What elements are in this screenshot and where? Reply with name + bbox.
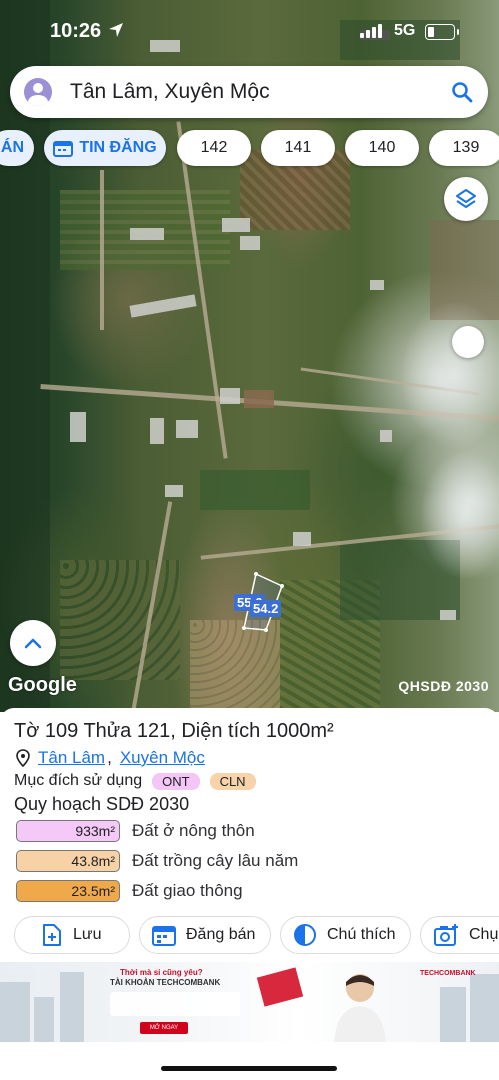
ad-subline: TÀI KHOẢN TECHCOMBANK bbox=[110, 978, 221, 987]
land-use-row: 23.5m² Đất giao thông bbox=[16, 880, 243, 902]
purpose-label: Mục đích sử dụng bbox=[14, 772, 143, 789]
land-use-row: 43.8m² Đất trồng cây lâu năm bbox=[16, 850, 298, 872]
save-label: Lưu bbox=[73, 926, 102, 943]
calendar-icon bbox=[152, 924, 176, 946]
land-use-area: 933m² bbox=[16, 820, 120, 842]
capture-button[interactable]: Chụ bbox=[420, 916, 499, 954]
land-use-label: Đất giao thông bbox=[132, 881, 243, 900]
chip-tin-dang[interactable]: TIN ĐĂNG bbox=[44, 130, 166, 166]
status-time: 10:26 bbox=[50, 20, 102, 42]
chip-label: 142 bbox=[200, 139, 228, 156]
layer-label: QHSDĐ 2030 bbox=[398, 678, 489, 694]
chip-sheet-139[interactable]: 139 bbox=[429, 130, 499, 166]
opacity-slider-handle[interactable] bbox=[452, 326, 484, 358]
layers-button[interactable] bbox=[444, 177, 488, 221]
signal-icon bbox=[360, 24, 382, 38]
save-button[interactable]: Lưu bbox=[14, 916, 130, 954]
ad-cta-button[interactable]: MỞ NGAY bbox=[140, 1022, 188, 1034]
post-sale-button[interactable]: Đăng bán bbox=[139, 916, 271, 954]
parcel-info-sheet: Tờ 109 Thửa 121, Diện tích 1000m² Tân Lâ… bbox=[0, 708, 499, 968]
purpose-tag-cln[interactable]: CLN bbox=[209, 772, 256, 790]
home-indicator[interactable] bbox=[161, 1066, 337, 1071]
camera-icon bbox=[433, 923, 459, 947]
land-use-label: Đất trồng cây lâu năm bbox=[132, 851, 299, 870]
layers-icon bbox=[454, 187, 478, 211]
legend-label: Chú thích bbox=[327, 926, 396, 943]
chip-label: 139 bbox=[452, 139, 480, 156]
post-sale-label: Đăng bán bbox=[186, 926, 256, 943]
search-query[interactable]: Tân Lâm, Xuyên Mộc bbox=[70, 80, 270, 104]
legend-button[interactable]: Chú thích bbox=[280, 916, 411, 954]
contrast-icon bbox=[293, 923, 317, 947]
expand-button[interactable] bbox=[10, 620, 56, 666]
district-link[interactable]: Xuyên Mộc bbox=[120, 748, 205, 768]
chip-label: TIN ĐĂNG bbox=[79, 139, 157, 156]
chip-label: 141 bbox=[284, 139, 312, 156]
location-arrow-icon bbox=[108, 22, 124, 43]
filter-chips: ÁN TIN ĐĂNG 142 141 140 139 bbox=[0, 130, 499, 166]
land-use-area: 23.5m² bbox=[16, 880, 120, 902]
land-use-label: Đất ở nông thôn bbox=[132, 821, 255, 840]
land-use-area: 43.8m² bbox=[16, 850, 120, 872]
location-pin-icon bbox=[16, 749, 30, 767]
calendar-icon bbox=[53, 139, 74, 157]
chip-sheet-140[interactable]: 140 bbox=[345, 130, 419, 166]
chevron-up-icon bbox=[23, 636, 43, 650]
capture-label: Chụ bbox=[469, 926, 499, 943]
purpose-tag-ont[interactable]: ONT bbox=[152, 772, 200, 790]
status-bar: 10:26 5G bbox=[0, 14, 499, 48]
address-separator: , bbox=[107, 748, 112, 767]
search-icon[interactable] bbox=[450, 80, 474, 104]
ward-link[interactable]: Tân Lâm bbox=[38, 748, 105, 768]
parcel-title: Tờ 109 Thửa 121, Diện tích 1000m² bbox=[14, 720, 334, 742]
plan-title: Quy hoạch SDĐ 2030 bbox=[14, 794, 190, 814]
ad-person-image bbox=[320, 964, 400, 1042]
battery-icon bbox=[425, 24, 459, 40]
ad-banner[interactable]: Thời mà si cũng yêu? TÀI KHOẢN TECHCOMBA… bbox=[0, 962, 499, 1042]
avatar[interactable] bbox=[24, 78, 52, 106]
network-type: 5G bbox=[394, 22, 416, 39]
add-file-icon bbox=[41, 923, 63, 947]
google-logo: Google bbox=[8, 674, 77, 696]
parcel-edge-label: 54.2 bbox=[250, 600, 282, 617]
search-bar[interactable]: Tân Lâm, Xuyên Mộc bbox=[10, 66, 488, 118]
ad-brand: TECHCOMBANK bbox=[420, 970, 476, 977]
chip-sheet-141[interactable]: 141 bbox=[261, 130, 335, 166]
chip-du-an[interactable]: ÁN bbox=[0, 130, 34, 166]
ad-headline: Thời mà si cũng yêu? bbox=[120, 968, 203, 977]
parcel-address: Tân Lâm, Xuyên Mộc bbox=[16, 748, 205, 768]
chip-label: ÁN bbox=[0, 139, 24, 156]
chip-label: 140 bbox=[368, 139, 396, 156]
land-purpose-row: Mục đích sử dụng ONT CLN bbox=[14, 772, 256, 790]
chip-sheet-142[interactable]: 142 bbox=[177, 130, 251, 166]
land-use-row: 933m² Đất ở nông thôn bbox=[16, 820, 255, 842]
